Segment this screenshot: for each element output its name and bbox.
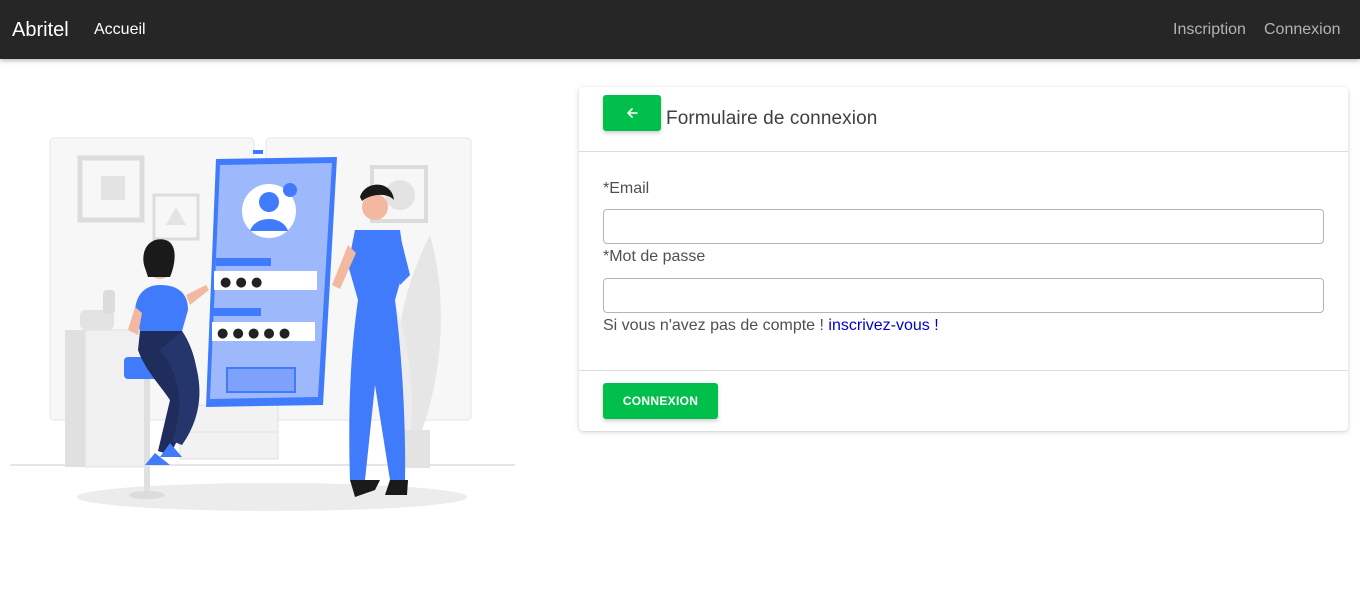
card-header: Formulaire de connexion (579, 87, 1348, 152)
password-label: *Mot de passe (603, 248, 706, 265)
password-field[interactable] (603, 278, 1324, 313)
page-title: Formulaire de connexion (666, 108, 878, 129)
password-dots-1: ● ● ● (220, 275, 262, 290)
login-illustration: ● ● ● ● ● ● ● ● (10, 135, 515, 515)
card-divider (579, 370, 1348, 371)
nav-link-signup[interactable]: Inscription (1173, 20, 1246, 40)
password-dots-2: ● ● ● ● ● (217, 326, 290, 341)
signup-hint-text: Si vous n'avez pas de compte ! (603, 317, 824, 334)
login-submit-button[interactable]: CONNEXION (603, 383, 718, 419)
top-navbar: Abritel Accueil Inscription Connexion (0, 0, 1360, 59)
email-label: *Email (603, 180, 650, 197)
signup-link[interactable]: inscrivez-vous ! (828, 317, 938, 334)
nav-link-home[interactable]: Accueil (94, 20, 146, 40)
back-button[interactable] (603, 95, 661, 131)
login-illustration-graphic: ● ● ● ● ● ● ● ● (10, 137, 515, 511)
nav-link-login[interactable]: Connexion (1264, 20, 1341, 40)
email-field[interactable] (603, 209, 1324, 244)
signup-hint: Si vous n'avez pas de compte ! inscrivez… (603, 316, 939, 336)
login-card: Formulaire de connexion *Email *Mot de p… (579, 87, 1348, 431)
arrow-left-icon (627, 108, 638, 118)
brand-link[interactable]: Abritel (12, 18, 69, 42)
